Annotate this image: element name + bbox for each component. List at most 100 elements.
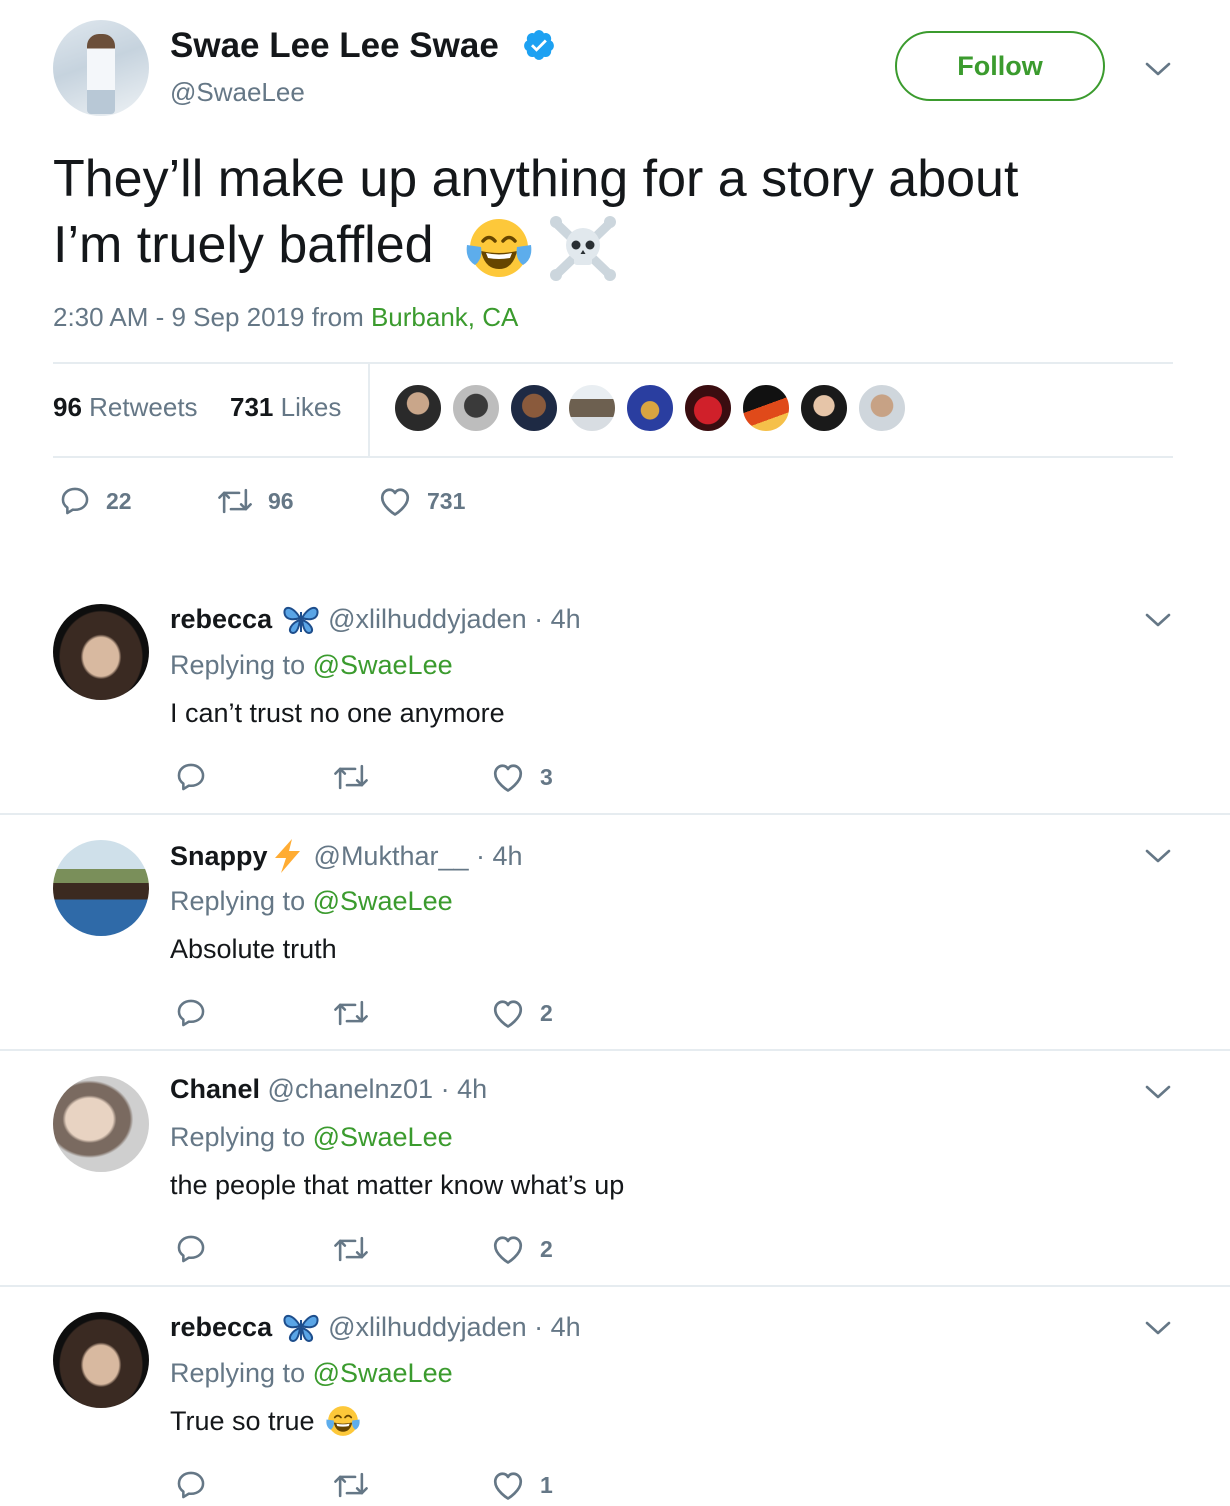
verified-badge-icon (524, 30, 554, 60)
like-action[interactable]: 2 (490, 1232, 553, 1266)
reply-icon[interactable] (174, 1232, 208, 1266)
stats-separator (368, 363, 370, 457)
reply-icon[interactable] (174, 996, 208, 1030)
liker-avatar[interactable] (510, 384, 558, 432)
like-count: 2 (540, 1235, 553, 1262)
liker-avatar[interactable] (858, 384, 906, 432)
like-count: 3 (540, 763, 553, 790)
author-avatar[interactable] (53, 20, 149, 116)
liker-avatar[interactable] (742, 384, 790, 432)
chevron-down-icon[interactable] (1144, 1319, 1172, 1337)
reply-text: I can’t trust no one anymore (170, 698, 505, 728)
retweet-icon[interactable] (332, 996, 370, 1030)
liker-avatar[interactable] (626, 384, 674, 432)
divider (0, 1049, 1230, 1051)
reply-author-name[interactable]: rebecca (170, 604, 272, 635)
tweet-location[interactable]: Burbank, CA (371, 302, 518, 332)
reply-header: rebecca @xlilhuddyjaden · 4h (170, 602, 581, 636)
replying-to-handle[interactable]: @SwaeLee (313, 1122, 453, 1152)
reply-header: Chanel @chanelnz01 · 4h (170, 1074, 487, 1105)
reply-time[interactable]: · 4h (476, 841, 523, 872)
heart-icon (493, 1000, 523, 1028)
reply-actions: 2 (174, 1232, 553, 1266)
face-with-tears-of-joy-icon (325, 1406, 360, 1436)
retweet-action[interactable]: 96 (216, 484, 294, 518)
reply-count: 22 (106, 487, 132, 514)
liker-avatar[interactable] (394, 384, 442, 432)
reply-author-name[interactable]: Chanel (170, 1074, 260, 1105)
reply-header: Snappy @Mukthar__ · 4h (170, 838, 523, 874)
author-handle[interactable]: @SwaeLee (170, 77, 305, 108)
reply-time[interactable]: · 4h (534, 604, 581, 635)
heart-icon (493, 1472, 523, 1500)
like-action[interactable]: 1 (490, 1468, 553, 1502)
reply-icon[interactable] (174, 760, 208, 794)
replying-to-handle[interactable]: @SwaeLee (313, 1358, 453, 1388)
likes-stat[interactable]: 731 Likes (230, 392, 341, 422)
lightning-icon (274, 839, 300, 873)
reply-author-handle[interactable]: @xlilhuddyjaden (328, 1312, 527, 1343)
liker-avatar[interactable] (800, 384, 848, 432)
reply-time[interactable]: · 4h (441, 1074, 488, 1105)
reply-actions: 3 (174, 760, 553, 794)
reply-author-handle[interactable]: @Mukthar__ (314, 841, 469, 872)
reply-author-name[interactable]: rebecca (170, 1312, 272, 1343)
author-name[interactable]: Swae Lee Lee Swae (170, 26, 499, 66)
like-action[interactable]: 731 (377, 484, 465, 518)
reply-actions: 1 (174, 1468, 553, 1502)
chevron-down-icon[interactable] (1144, 847, 1172, 865)
divider (0, 1285, 1230, 1287)
butterfly-icon (283, 606, 319, 635)
reply-actions: 2 (174, 996, 553, 1030)
reply-avatar[interactable] (53, 604, 149, 700)
retweet-icon[interactable] (332, 760, 370, 794)
tweet-text-line2-text: I’m truely baffled (53, 216, 434, 274)
replying-to-handle[interactable]: @SwaeLee (313, 650, 453, 680)
reply-author-handle[interactable]: @chanelnz01 (268, 1074, 434, 1105)
reply-header: rebecca @xlilhuddyjaden · 4h (170, 1310, 581, 1344)
liker-avatar[interactable] (684, 384, 732, 432)
retweet-icon[interactable] (332, 1232, 370, 1266)
divider (53, 456, 1173, 458)
chevron-down-icon[interactable] (1144, 611, 1172, 629)
liker-avatar[interactable] (568, 384, 616, 432)
retweets-stat[interactable]: 96 Retweets (53, 392, 198, 422)
reply-icon[interactable] (174, 1468, 208, 1502)
replying-to: Replying to @SwaeLee (170, 650, 453, 680)
divider (53, 362, 1173, 364)
heart-icon (380, 488, 410, 516)
retweet-icon (218, 488, 252, 514)
like-action[interactable]: 2 (490, 996, 553, 1030)
tweet-stats: 96 Retweets 731 Likes (53, 392, 341, 423)
reply-author-name[interactable]: Snappy (170, 841, 268, 872)
skull-and-crossbones-icon (550, 216, 617, 282)
retweet-count: 96 (268, 487, 294, 514)
liker-avatar[interactable] (452, 384, 500, 432)
like-action[interactable]: 3 (490, 760, 553, 794)
reply-action[interactable]: 22 (58, 484, 132, 518)
replying-to: Replying to @SwaeLee (170, 886, 453, 916)
chevron-down-icon[interactable] (1144, 1083, 1172, 1101)
heart-icon (493, 1236, 523, 1264)
tweet-text-line1: They’ll make up anything for a story abo… (53, 150, 1019, 208)
tweet-timestamp: 2:30 AM - 9 Sep 2019 from Burbank, CA (53, 302, 518, 333)
retweet-icon[interactable] (332, 1468, 370, 1502)
follow-button[interactable]: Follow (895, 31, 1105, 101)
like-count: 1 (540, 1471, 553, 1498)
like-count: 2 (540, 999, 553, 1026)
replying-to: Replying to @SwaeLee (170, 1358, 453, 1388)
reply-avatar[interactable] (53, 1076, 149, 1172)
butterfly-icon (283, 1314, 319, 1343)
reply-icon (61, 487, 89, 515)
reply-avatar[interactable] (53, 1312, 149, 1408)
replying-to-handle[interactable]: @SwaeLee (313, 886, 453, 916)
tweet-time[interactable]: 2:30 AM - 9 Sep 2019 from (53, 302, 364, 332)
reply-text: True so true (170, 1404, 361, 1438)
reply-avatar[interactable] (53, 840, 149, 936)
reply-author-handle[interactable]: @xlilhuddyjaden (328, 604, 527, 635)
tweet-text: They’ll make up anything for a story abo… (53, 146, 1193, 283)
reply-time[interactable]: · 4h (534, 1312, 581, 1343)
like-count: 731 (427, 487, 466, 514)
tweet-text-line2: I’m truely baffled (53, 212, 1193, 283)
chevron-down-icon[interactable] (1144, 60, 1172, 78)
